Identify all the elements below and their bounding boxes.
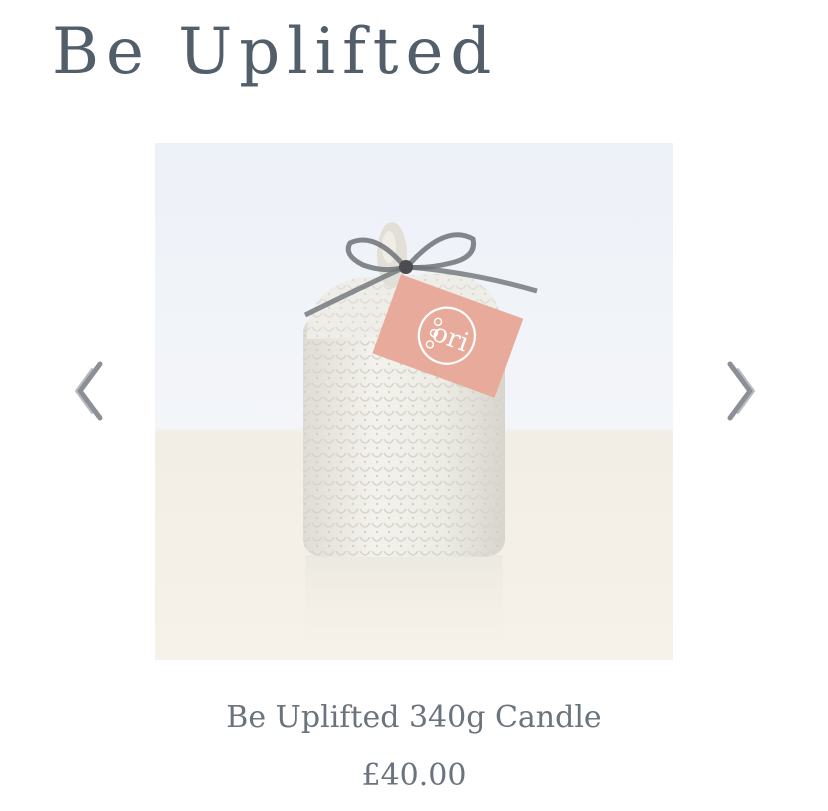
product-image[interactable]: ori xyxy=(155,143,673,660)
product-name[interactable]: Be Uplifted 340g Candle xyxy=(0,698,828,738)
product-price: £40.00 xyxy=(361,758,467,793)
product-page: Be Uplifted ori Be Uplifted 340g Candle … xyxy=(0,0,828,811)
chevron-left-icon xyxy=(75,361,103,421)
chevron-right-icon xyxy=(727,361,755,421)
page-title: Be Uplifted xyxy=(52,15,499,89)
carousel-next-button[interactable] xyxy=(720,360,760,422)
candle-photo: ori xyxy=(155,143,673,660)
carousel-prev-button[interactable] xyxy=(70,360,110,422)
